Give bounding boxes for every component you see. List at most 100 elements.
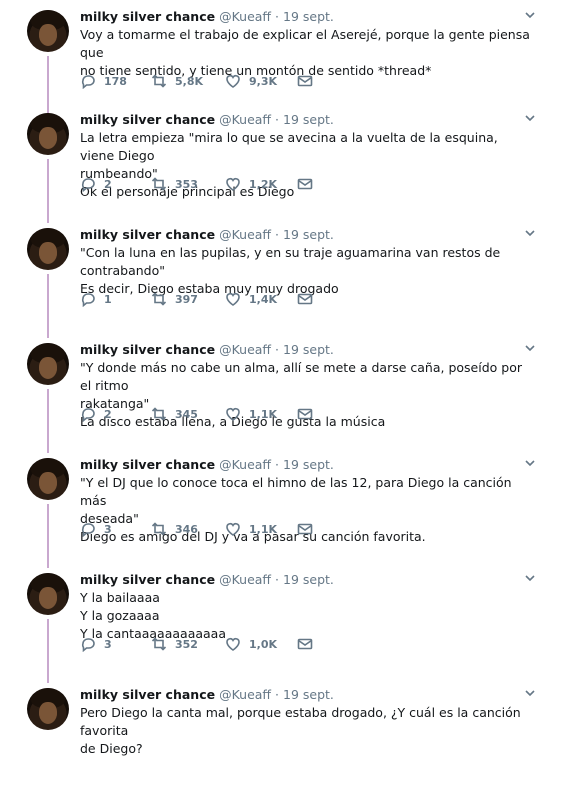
avatar-face (39, 472, 57, 494)
avatar[interactable] (27, 10, 69, 52)
retweet-button[interactable]: 345 (151, 406, 198, 422)
retweet-icon (151, 407, 167, 421)
avatar[interactable] (27, 688, 69, 730)
author-handle[interactable]: @Kueaff (219, 342, 271, 357)
chevron-down-icon[interactable] (524, 687, 536, 702)
avatar[interactable] (27, 113, 69, 155)
tweet[interactable]: milky silver chance @Kueaff · 19 sept. L… (0, 103, 564, 223)
tweet-date[interactable]: 19 sept. (283, 572, 334, 587)
retweet-icon (151, 637, 167, 651)
author-handle[interactable]: @Kueaff (219, 9, 271, 24)
like-count: 1,4K (249, 292, 278, 306)
tweet[interactable]: milky silver chance @Kueaff · 19 sept. P… (0, 678, 564, 793)
tweet-text-line: contrabando" (80, 263, 165, 278)
thread-connector-line (47, 504, 49, 568)
author-name[interactable]: milky silver chance (80, 687, 215, 702)
avatar[interactable] (27, 458, 69, 500)
author-name[interactable]: milky silver chance (80, 112, 215, 127)
header-separator: · (275, 457, 280, 472)
retweet-button[interactable]: 346 (151, 521, 198, 537)
avatar-face (39, 127, 57, 149)
tweet-date[interactable]: 19 sept. (283, 457, 334, 472)
thread-connector-line (47, 159, 49, 223)
direct-message-button[interactable] (297, 176, 313, 192)
reply-button[interactable]: 1 (80, 291, 112, 307)
tweet-text-line: Voy a tomarme el trabajo de explicar el … (80, 27, 530, 60)
reply-button[interactable]: 3 (80, 521, 112, 537)
like-button[interactable]: 1,1K (225, 406, 277, 422)
avatar[interactable] (27, 573, 69, 615)
retweet-button[interactable]: 397 (151, 291, 198, 307)
like-button[interactable]: 1,2K (225, 176, 277, 192)
avatar-face (39, 242, 57, 264)
retweet-icon (151, 292, 167, 306)
retweet-button[interactable]: 352 (151, 636, 198, 652)
like-button[interactable]: 1,0K (225, 636, 277, 652)
tweet-header: milky silver chance @Kueaff · 19 sept. (80, 342, 334, 358)
retweet-button[interactable]: 5,8K (151, 73, 203, 89)
reply-icon (81, 408, 95, 422)
tweet[interactable]: milky silver chance @Kueaff · 19 sept. V… (0, 0, 564, 120)
chevron-down-icon[interactable] (524, 9, 536, 24)
author-handle[interactable]: @Kueaff (219, 227, 271, 242)
thread-connector-line (47, 274, 49, 338)
tweet-date[interactable]: 19 sept. (283, 9, 334, 24)
tweet-text: Voy a tomarme el trabajo de explicar el … (80, 26, 530, 80)
header-separator: · (275, 227, 280, 242)
thread-connector-line (47, 389, 49, 453)
chevron-down-icon[interactable] (524, 572, 536, 587)
chevron-down-icon[interactable] (524, 457, 536, 472)
reply-button[interactable]: 178 (80, 73, 127, 89)
direct-message-button[interactable] (297, 406, 313, 422)
direct-message-button[interactable] (297, 73, 313, 89)
header-separator: · (275, 9, 280, 24)
tweet[interactable]: milky silver chance @Kueaff · 19 sept. "… (0, 333, 564, 453)
chevron-down-icon[interactable] (524, 112, 536, 127)
tweet-text-line: "Y donde más no cabe un alma, allí se me… (80, 360, 522, 393)
retweet-button[interactable]: 353 (151, 176, 198, 192)
tweet-date[interactable]: 19 sept. (283, 342, 334, 357)
tweet[interactable]: milky silver chance @Kueaff · 19 sept. "… (0, 448, 564, 568)
author-name[interactable]: milky silver chance (80, 457, 215, 472)
author-name[interactable]: milky silver chance (80, 9, 215, 24)
like-button[interactable]: 1,4K (225, 291, 277, 307)
author-handle[interactable]: @Kueaff (219, 572, 271, 587)
reply-button[interactable]: 3 (80, 636, 112, 652)
reply-icon (81, 638, 95, 652)
heart-icon (226, 638, 240, 651)
avatar[interactable] (27, 343, 69, 385)
retweet-icon (151, 177, 167, 191)
author-handle[interactable]: @Kueaff (219, 457, 271, 472)
tweet-date[interactable]: 19 sept. (283, 227, 334, 242)
author-name[interactable]: milky silver chance (80, 572, 215, 587)
author-handle[interactable]: @Kueaff (219, 112, 271, 127)
like-button[interactable]: 1,1K (225, 521, 277, 537)
author-name[interactable]: milky silver chance (80, 227, 215, 242)
avatar-face (39, 587, 57, 609)
tweet[interactable]: milky silver chance @Kueaff · 19 sept. "… (0, 218, 564, 338)
author-handle[interactable]: @Kueaff (219, 687, 271, 702)
direct-message-button[interactable] (297, 291, 313, 307)
header-separator: · (275, 342, 280, 357)
like-count: 1,2K (249, 177, 278, 191)
direct-message-button[interactable] (297, 521, 313, 537)
reply-button[interactable]: 2 (80, 176, 112, 192)
envelope-icon (297, 178, 313, 190)
heart-icon (226, 75, 240, 88)
tweet-date[interactable]: 19 sept. (283, 112, 334, 127)
tweet-header: milky silver chance @Kueaff · 19 sept. (80, 457, 334, 473)
avatar[interactable] (27, 228, 69, 270)
tweet-date[interactable]: 19 sept. (283, 687, 334, 702)
avatar-face (39, 702, 57, 724)
tweet[interactable]: milky silver chance @Kueaff · 19 sept. Y… (0, 563, 564, 683)
chevron-down-icon[interactable] (524, 342, 536, 357)
chevron-down-icon[interactable] (524, 227, 536, 242)
author-name[interactable]: milky silver chance (80, 342, 215, 357)
like-count: 1,1K (249, 407, 278, 421)
reply-button[interactable]: 2 (80, 406, 112, 422)
reply-icon (81, 75, 95, 89)
like-button[interactable]: 9,3K (225, 73, 277, 89)
tweet-text-line: "Y el DJ que lo conoce toca el himno de … (80, 475, 512, 508)
tweet-text: Pero Diego la canta mal, porque estaba d… (80, 704, 530, 758)
direct-message-button[interactable] (297, 636, 313, 652)
